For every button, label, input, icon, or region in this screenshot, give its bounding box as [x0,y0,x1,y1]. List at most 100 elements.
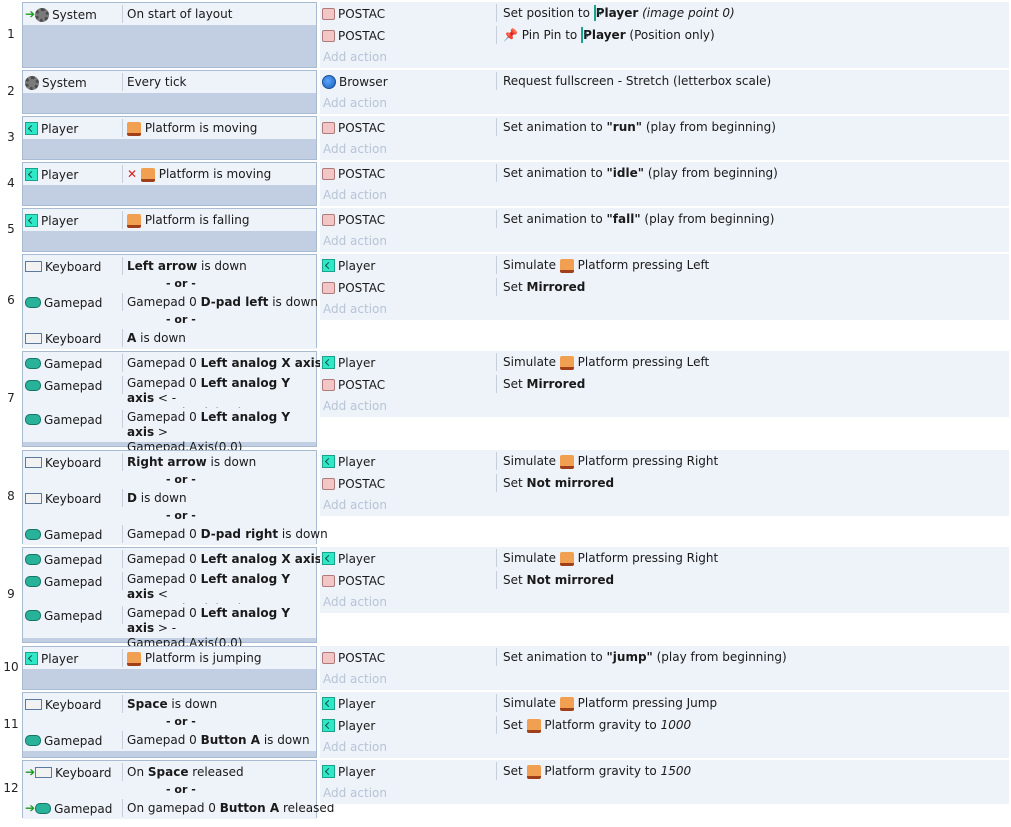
condition-text[interactable]: Gamepad 0 Left analog Y axis < -Gamepad.… [127,374,315,420]
action-object[interactable]: POSTAC [322,569,492,591]
conditions-block[interactable]: Player Platform is jumping [22,646,317,690]
condition-row[interactable]: Player Platform is jumping [23,647,316,669]
action-object[interactable]: POSTAC [322,208,492,230]
conditions-block[interactable]: System Every tick [22,70,317,114]
action-object[interactable]: POSTAC [322,373,492,395]
condition-row[interactable]: ➔ System On start of layout [23,3,316,25]
condition-row[interactable]: Gamepad Gamepad 0 Button A is down [23,729,316,751]
condition-row[interactable]: Gamepad Gamepad 0 Left analog X axis < 0 [23,352,347,374]
condition-text[interactable]: Platform is moving [127,117,315,139]
action-row[interactable]: POSTAC Set animation to "run" (play from … [320,116,1009,138]
action-text[interactable]: Simulate Platform pressing Jump [503,692,717,714]
action-text[interactable]: Set Platform gravity to 1500 [503,760,691,782]
action-text[interactable]: Set Not mirrored [503,569,614,591]
condition-object[interactable]: Gamepad [25,548,121,570]
action-object[interactable]: Player [322,450,492,472]
condition-row[interactable]: Keyboard Right arrow is down [23,451,316,473]
condition-object[interactable]: Player [25,209,121,231]
action-object[interactable]: POSTAC [322,162,492,184]
event-8[interactable]: 8 Keyboard Right arrow is down - or - Keyboa… [0,450,1011,545]
conditions-block[interactable]: Keyboard Right arrow is down - or - Keyboar… [22,450,328,545]
condition-text[interactable]: Gamepad 0 Button A is down [127,729,315,751]
add-action-button[interactable]: Add action [320,298,1009,320]
action-text[interactable]: Set animation to "run" (play from beginn… [503,116,776,138]
add-action-button[interactable]: Add action [320,230,1009,252]
event-1[interactable]: 1 ➔ System On start of layout POSTAC Set posi… [0,2,1011,68]
condition-row[interactable]: Gamepad Gamepad 0 Left analog Y axis < -G… [23,374,316,420]
condition-row[interactable]: Keyboard Space is down [23,693,316,715]
condition-object[interactable]: Player [25,163,121,185]
action-object[interactable]: POSTAC [322,472,492,494]
condition-text[interactable]: Gamepad 0 Left analog X axis < 0 [127,352,347,374]
action-object[interactable]: POSTAC [322,116,492,138]
event-12[interactable]: 12 ➔ Keyboard On Space released - or - ➔ Gamep… [0,760,1011,819]
condition-text[interactable]: On Space released [127,761,315,783]
condition-row[interactable]: Player Platform is falling [23,209,316,231]
condition-text[interactable]: Platform is falling [127,209,315,231]
add-action-button[interactable]: Add action [320,782,1009,804]
condition-object[interactable]: Gamepad [25,408,121,430]
condition-row[interactable]: Gamepad Gamepad 0 D-pad left is down [23,291,318,313]
condition-row[interactable]: System Every tick [23,71,316,93]
add-action-button[interactable]: Add action [320,138,1009,160]
action-text[interactable]: Set animation to "fall" (play from begin… [503,208,774,230]
event-3[interactable]: 3 Player Platform is moving POSTAC Set anim… [0,116,1011,160]
action-text[interactable]: Set Platform gravity to 1000 [503,714,691,736]
action-row[interactable]: Player Simulate Platform pressing Left [320,254,1009,276]
condition-object[interactable]: Keyboard [25,327,121,349]
add-action-button[interactable]: Add action [320,184,1009,206]
action-row[interactable]: POSTAC Set Mirrored [320,276,1009,298]
conditions-block[interactable]: GamepadGamepad 0 Left analog X axis < 0G… [22,351,347,454]
condition-text[interactable]: On gamepad 0 Button A released [127,797,334,819]
action-text[interactable]: Set animation to "jump" (play from begin… [503,646,787,668]
action-text[interactable]: Set position to Player (image point 0) [503,2,735,24]
action-text[interactable]: Set animation to "idle" (play from begin… [503,162,778,184]
action-row[interactable]: POSTAC Set animation to "idle" (play from… [320,162,1009,184]
action-object[interactable]: POSTAC [322,646,492,668]
action-object[interactable]: Player [322,760,492,782]
conditions-block[interactable]: ➔ System On start of layout [22,2,317,68]
condition-object[interactable]: Gamepad [25,374,121,396]
action-row[interactable]: POSTAC Set Not mirrored [320,569,1009,591]
conditions-block[interactable]: Player Platform is falling [22,208,317,252]
condition-object[interactable]: ➔ Gamepad [25,797,121,819]
condition-row[interactable]: Gamepad Gamepad 0 Left analog Y axis <Gam… [23,570,316,616]
add-action-button[interactable]: Add action [320,395,1009,417]
action-text[interactable]: Simulate Platform pressing Right [503,450,718,472]
condition-object[interactable]: Keyboard [25,693,121,715]
condition-object[interactable]: ➔ Keyboard [25,761,121,783]
action-object[interactable]: Player [322,351,492,373]
conditions-block[interactable]: Player Platform is moving [22,116,317,160]
action-row[interactable]: Player Set Platform gravity to 1000 [320,714,1009,736]
action-row[interactable]: POSTAC Set Not mirrored [320,472,1009,494]
action-text[interactable]: Set Mirrored [503,373,585,395]
add-action-button[interactable]: Add action [320,46,1009,68]
condition-row[interactable]: Gamepad Gamepad 0 Left analog X axis > 0 [23,548,347,570]
condition-text[interactable]: Gamepad 0 Left analog X axis > 0 [127,548,347,570]
action-object[interactable]: Player [322,692,492,714]
action-text[interactable]: Simulate Platform pressing Left [503,351,709,373]
action-row[interactable]: Player Set Platform gravity to 1500 [320,760,1009,782]
conditions-block[interactable]: ➔ Keyboard On Space released - or - ➔ Gamepad… [22,760,334,819]
condition-text[interactable]: D is down [127,487,315,509]
action-row[interactable]: POSTAC Set Mirrored [320,373,1009,395]
condition-text[interactable]: Left arrow is down [127,255,315,277]
condition-row[interactable]: ➔ Keyboard On Space released [23,761,316,783]
condition-object[interactable]: Player [25,117,121,139]
condition-row[interactable]: Keyboard Left arrow is down [23,255,316,277]
condition-object[interactable]: ➔ System [25,3,121,25]
event-5[interactable]: 5 Player Platform is falling POSTAC Set ani… [0,208,1011,252]
condition-text[interactable]: A is down [127,327,315,349]
condition-object[interactable]: System [25,71,121,93]
action-object[interactable]: POSTAC [322,276,492,298]
condition-object[interactable]: Keyboard [25,451,121,473]
conditions-block[interactable]: Player ✕ Platform is moving [22,162,317,206]
action-object[interactable]: POSTAC [322,24,492,46]
action-object[interactable]: Player [322,254,492,276]
condition-row[interactable]: Gamepad Gamepad 0 Left analog Y axis > Gam… [23,408,316,454]
condition-row[interactable]: Player Platform is moving [23,117,316,139]
action-object[interactable]: POSTAC [322,2,492,24]
add-action-button[interactable]: Add action [320,591,1009,613]
action-row[interactable]: POSTAC 📌 Pin Pin to Player (Position only… [320,24,1009,46]
condition-object[interactable]: Keyboard [25,487,121,509]
